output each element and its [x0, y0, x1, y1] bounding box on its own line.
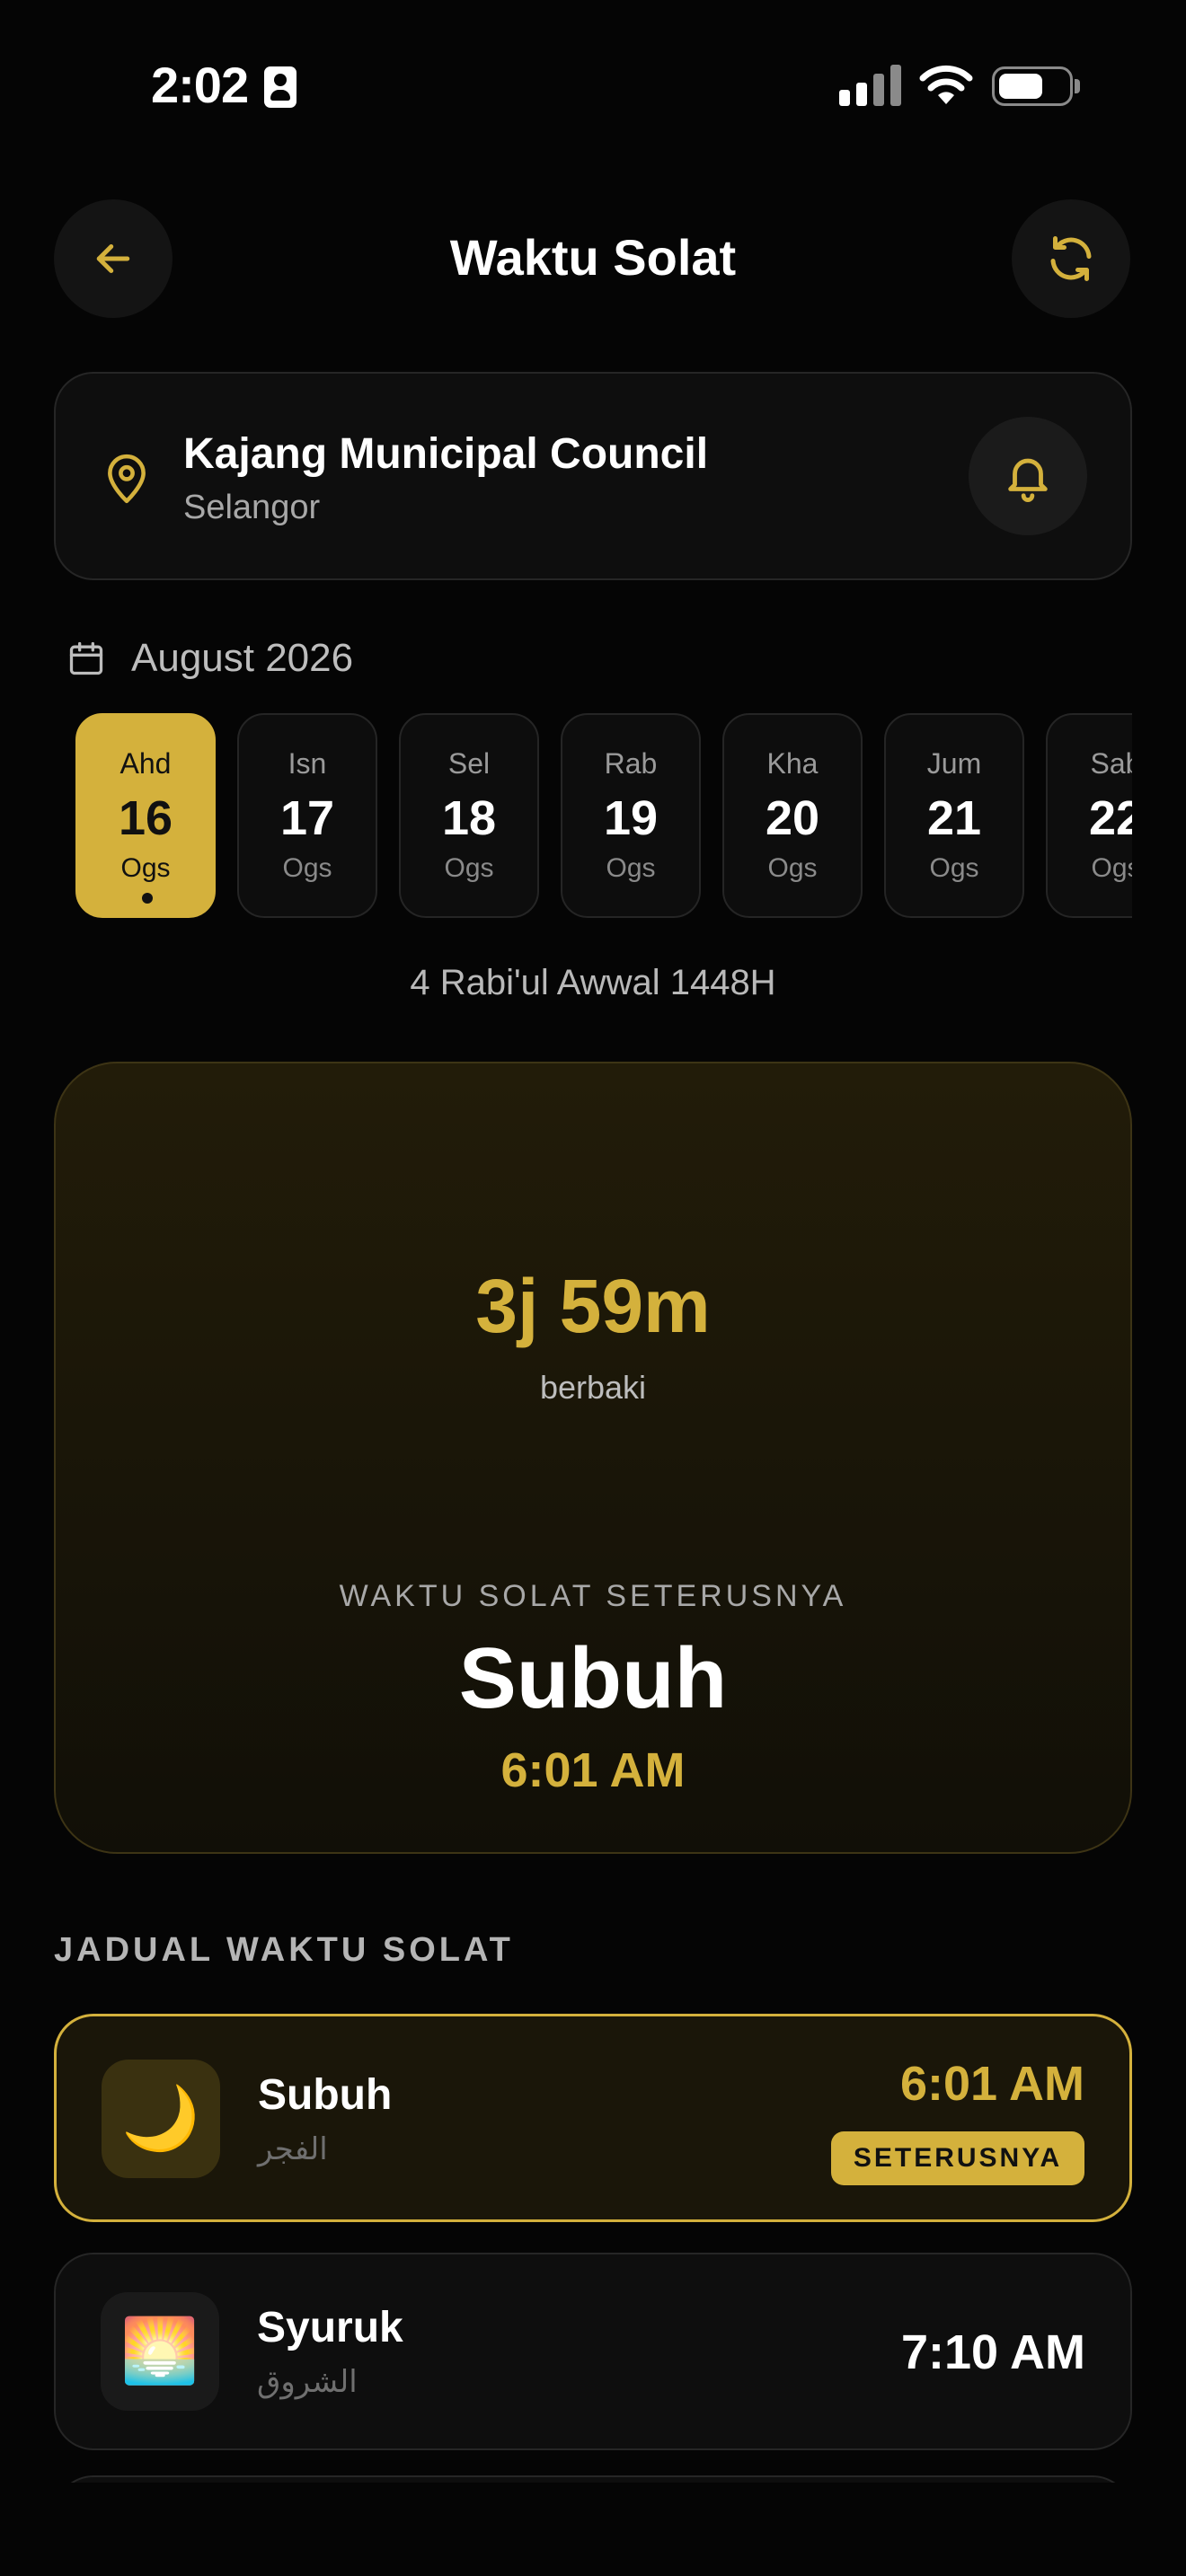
day-chip[interactable]: Sab 22 Ogs [1046, 713, 1132, 918]
status-time: 2:02 [151, 57, 249, 113]
refresh-button[interactable] [1012, 199, 1130, 318]
map-pin-icon [108, 454, 146, 504]
prayer-row-subuh[interactable]: 🌙 Subuh الفجر 6:01 AM SETERUSNYA [54, 2014, 1132, 2222]
cellular-signal-icon [839, 65, 902, 106]
prayer-times-screen: 2:02 Waktu Solat Kajang Municipal Counci… [0, 0, 1186, 2576]
next-prayer-card: 3j 59m berbaki WAKTU SOLAT SETERUSNYA Su… [54, 1062, 1132, 1854]
refresh-icon [1050, 236, 1092, 281]
next-badge: SETERUSNYA [831, 2131, 1084, 2185]
prayer-name: Syuruk [257, 2304, 403, 2351]
prayer-row-syuruk[interactable]: 🌅 Syuruk الشروق 7:10 AM [54, 2253, 1132, 2450]
bell-icon [1008, 458, 1048, 502]
calendar-icon [69, 641, 103, 675]
day-month: Ogs [282, 853, 332, 883]
bottom-mask [0, 2483, 1186, 2576]
day-name: Rab [604, 747, 658, 780]
contact-badge-icon [264, 66, 296, 108]
day-date: 18 [441, 791, 497, 845]
day-month: Ogs [767, 853, 818, 883]
day-chip[interactable]: Kha 20 Ogs [722, 713, 863, 918]
prayer-time: 6:01 AM [899, 2057, 1084, 2111]
day-name: Kha [766, 747, 819, 780]
next-prayer-name: Subuh [458, 1630, 728, 1726]
day-month: Ogs [120, 853, 171, 883]
today-indicator [142, 893, 153, 904]
prayer-name: Subuh [258, 2071, 393, 2119]
day-date: 22 [1088, 791, 1132, 845]
day-name: Ahd [119, 747, 172, 780]
month-label: August 2026 [131, 636, 354, 680]
day-month: Ogs [1091, 853, 1132, 883]
day-month: Ogs [606, 853, 656, 883]
sunrise-icon: 🌅 [101, 2292, 219, 2411]
day-name: Sab [1090, 747, 1132, 780]
day-chip[interactable]: Isn 17 Ogs [237, 713, 377, 918]
day-name: Sel [447, 747, 491, 780]
next-prayer-time: 6:01 AM [500, 1743, 686, 1797]
countdown-remaining-label: berbaki [539, 1369, 647, 1406]
notification-button[interactable] [969, 417, 1087, 535]
page-title: Waktu Solat [449, 229, 737, 286]
crescent-moon-icon: 🌙 [102, 2060, 220, 2178]
schedule-title: JADUAL WAKTU SOLAT [54, 1931, 514, 1969]
location-card[interactable]: Kajang Municipal Council Selangor [54, 372, 1132, 580]
day-date: 21 [926, 791, 982, 845]
day-name: Isn [288, 747, 327, 780]
day-date: 17 [279, 791, 335, 845]
day-month: Ogs [929, 853, 979, 883]
countdown-time: 3j 59m [475, 1264, 711, 1348]
day-chip[interactable]: Sel 18 Ogs [399, 713, 539, 918]
day-chip[interactable]: Jum 21 Ogs [884, 713, 1024, 918]
hijri-date: 4 Rabi'ul Awwal 1448H [410, 963, 776, 1002]
battery-icon [992, 66, 1073, 106]
battery-cap [1075, 79, 1080, 93]
day-selector: Ahd 16 Ogs Isn 17 Ogs Sel 18 Ogs Rab 19 … [75, 713, 1132, 920]
location-state: Selangor [183, 489, 321, 526]
prayer-arabic-name: الشروق [257, 2365, 358, 2399]
wifi-icon [919, 65, 973, 104]
day-name: Jum [926, 747, 982, 780]
day-date: 19 [603, 791, 659, 845]
next-prayer-label: WAKTU SOLAT SETERUSNYA [339, 1579, 847, 1613]
day-chip[interactable]: Ahd 16 Ogs [75, 713, 216, 918]
day-month: Ogs [444, 853, 494, 883]
location-name: Kajang Municipal Council [183, 430, 709, 478]
prayer-arabic-name: الفجر [258, 2132, 328, 2166]
prayer-time: 7:10 AM [900, 2325, 1085, 2379]
day-chip[interactable]: Rab 19 Ogs [561, 713, 701, 918]
day-date: 20 [765, 791, 820, 845]
day-date: 16 [118, 791, 173, 845]
